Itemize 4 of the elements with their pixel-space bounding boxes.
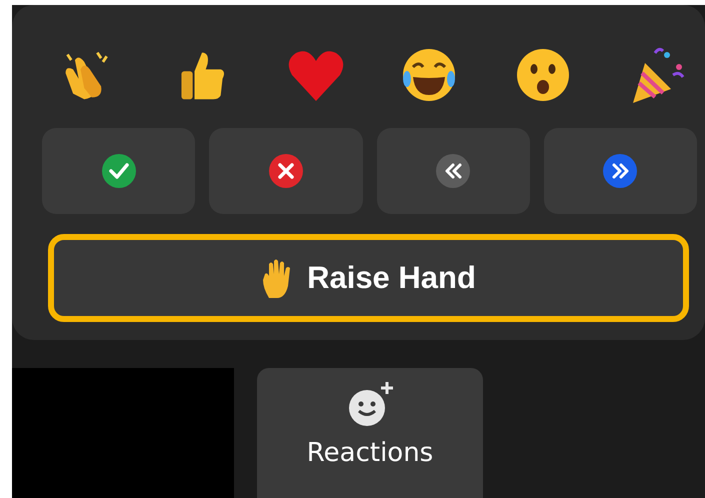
no-button[interactable] <box>209 128 362 214</box>
yes-button[interactable] <box>42 128 196 214</box>
reactions-button[interactable]: Reactions <box>257 368 483 498</box>
raise-hand-button[interactable]: Raise Hand <box>48 234 689 322</box>
